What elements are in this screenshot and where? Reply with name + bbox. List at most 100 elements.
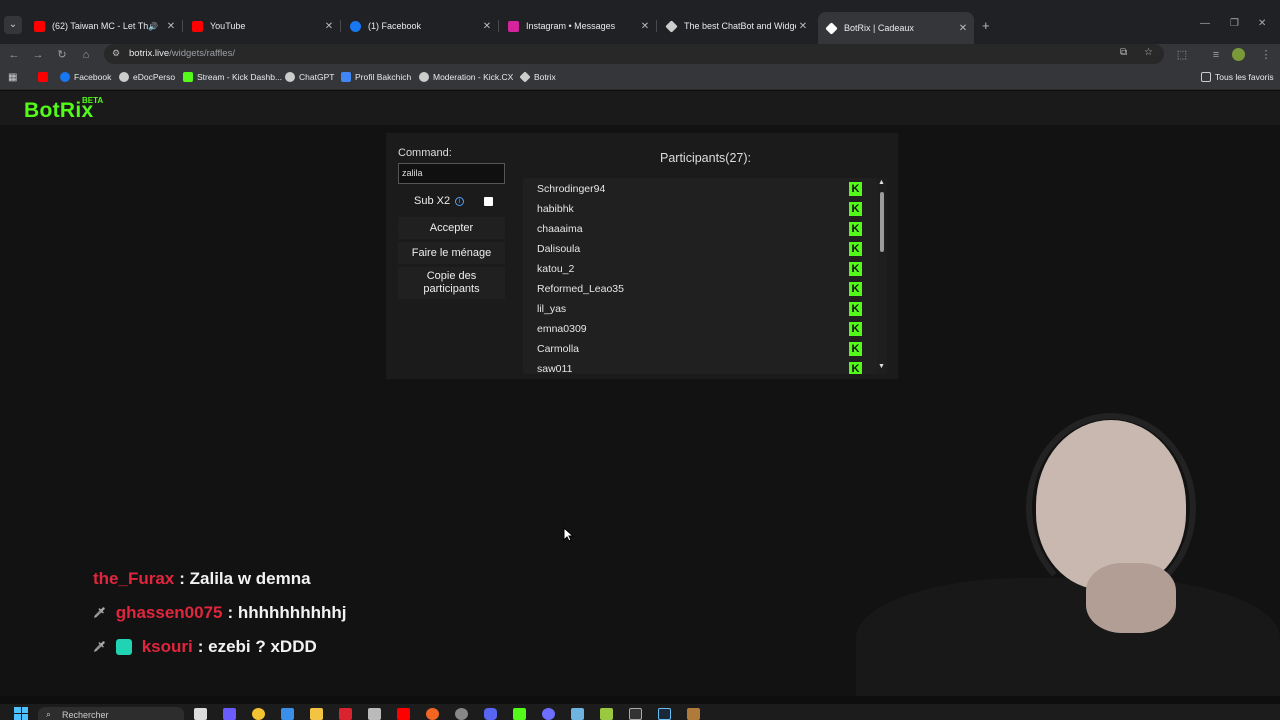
scroll-up-icon[interactable]: ▲ (878, 179, 885, 186)
subscriber-badge-icon (115, 639, 132, 655)
back-icon[interactable]: ← (6, 47, 22, 63)
copy-participants-button[interactable]: Copie des participants (398, 267, 505, 299)
bookmark-youtube[interactable] (38, 72, 52, 82)
chat-username: the_Furax (93, 569, 175, 588)
tab-botrix-cadeaux[interactable]: BotRix | Cadeaux ✕ (818, 12, 974, 44)
scroll-down-icon[interactable]: ▼ (878, 363, 885, 370)
notepad-icon[interactable] (571, 708, 584, 720)
tab-search-icon[interactable]: ⌄ (4, 16, 22, 34)
reload-icon[interactable]: ↻ (54, 47, 70, 63)
extensions-icon[interactable]: ⬚ (1174, 47, 1190, 63)
chat-text: : ezebi ? xDDD (197, 637, 317, 656)
accept-button[interactable]: Accepter (398, 217, 505, 239)
taskbar-search[interactable]: ⌕ Rechercher (38, 707, 184, 720)
command-input[interactable]: zalila (398, 163, 505, 184)
netflix-icon[interactable] (339, 708, 352, 720)
botrix-icon (519, 71, 531, 83)
browser-toolbar: ← → ↻ ⌂ ⚙ botrix.live/widgets/raffles/ ⧉… (0, 44, 1280, 66)
apps-icon[interactable]: ▦ (8, 72, 17, 83)
url-path: /widgets/raffles/ (169, 48, 235, 59)
participant-name: Dalisoula (537, 243, 581, 255)
kick-icon: K (849, 182, 862, 196)
bookmark-edocperso[interactable]: eDocPerso (119, 72, 175, 82)
participant-name: katou_2 (537, 263, 575, 275)
minecraft-icon[interactable] (687, 708, 700, 720)
bookmark-label: ChatGPT (299, 72, 335, 82)
tab-title: (1) Facebook (368, 21, 422, 31)
minimize-icon[interactable]: — (1200, 18, 1210, 29)
close-tab-icon[interactable]: ✕ (796, 21, 810, 32)
chrome-icon[interactable] (252, 708, 265, 720)
close-tab-icon[interactable]: ✕ (480, 21, 494, 32)
edoc-icon (119, 72, 129, 82)
scrollbar-thumb[interactable] (880, 192, 884, 252)
site-info-icon[interactable]: ⚙ (112, 48, 120, 59)
bookmark-moderation[interactable]: Moderation - Kick.CX (419, 72, 513, 82)
sub-x2-checkbox[interactable] (484, 197, 493, 206)
all-bookmarks-label: Tous les favoris (1215, 72, 1274, 82)
bookmark-label: eDocPerso (133, 72, 176, 82)
snipping-tool-icon[interactable] (368, 708, 381, 720)
youtube-icon[interactable] (397, 708, 410, 720)
kick-icon[interactable] (513, 708, 526, 720)
participants-scrollbar[interactable]: ▲ ▼ (877, 178, 887, 374)
app-icon[interactable] (426, 708, 439, 720)
obs-icon[interactable] (455, 708, 468, 720)
close-tab-icon[interactable]: ✕ (322, 21, 336, 32)
clean-button[interactable]: Faire le ménage (398, 242, 505, 264)
copilot-icon[interactable] (223, 708, 236, 720)
bookmark-botrix[interactable]: Botrix (519, 71, 556, 83)
bookmark-label: Profil Bakchich (355, 72, 412, 82)
bookmark-chatgpt[interactable]: ChatGPT (285, 72, 334, 82)
close-tab-icon[interactable]: ✕ (956, 23, 970, 34)
profile-avatar-icon[interactable] (1232, 48, 1245, 61)
chatgpt-icon (285, 72, 295, 82)
facebook-icon (350, 20, 361, 32)
speaker-icon[interactable]: 🔊 (148, 22, 158, 31)
maximize-icon[interactable]: ❐ (1230, 18, 1239, 29)
kick-icon (183, 72, 193, 82)
home-icon[interactable]: ⌂ (78, 47, 94, 63)
tab-chatbot-widgets[interactable]: The best ChatBot and Widgets ✕ (658, 14, 814, 38)
close-window-icon[interactable]: ✕ (1258, 18, 1266, 29)
new-tab-icon[interactable]: + (982, 18, 990, 33)
tab-instagram[interactable]: Instagram • Messages ✕ (500, 14, 656, 38)
task-view-icon[interactable] (194, 708, 207, 720)
address-bar[interactable]: ⚙ botrix.live/widgets/raffles/ ⧉ ☆ (104, 44, 1164, 64)
discord-icon[interactable] (484, 708, 497, 720)
raffle-panel: Command: zalila Sub X2 i Accepter Faire … (386, 133, 898, 379)
sub-x2-label: Sub X2 (414, 195, 451, 207)
bookmark-kick-dashboard[interactable]: Stream - Kick Dashb... (183, 72, 282, 82)
app-icon[interactable] (542, 708, 555, 720)
epic-games-icon[interactable] (629, 708, 642, 720)
participant-name: lil_yas (537, 303, 567, 315)
app-icon[interactable] (600, 708, 613, 720)
bookmark-facebook[interactable]: Facebook (60, 72, 111, 82)
close-tab-icon[interactable]: ✕ (638, 21, 652, 32)
tab-facebook[interactable]: (1) Facebook ✕ (342, 14, 498, 38)
youtube-icon (38, 72, 48, 82)
menu-icon[interactable]: ⋮ (1258, 47, 1274, 63)
tab-youtube[interactable]: YouTube ✕ (184, 14, 340, 38)
close-tab-icon[interactable]: ✕ (164, 21, 178, 32)
file-explorer-icon[interactable] (310, 708, 323, 720)
bookmark-label: Moderation - Kick.CX (433, 72, 514, 82)
all-bookmarks[interactable]: Tous les favoris (1201, 72, 1274, 82)
command-label: Command: (398, 147, 452, 159)
bookmark-star-icon[interactable]: ☆ (1144, 47, 1153, 58)
info-icon[interactable]: i (455, 196, 465, 206)
folder-icon (1201, 72, 1211, 82)
webcam-overlay (856, 398, 1280, 696)
windows-start-icon[interactable] (14, 707, 28, 720)
forward-icon[interactable]: → (30, 47, 46, 63)
chat-text: : Zalila w demna (179, 569, 311, 588)
participants-list[interactable]: Schrodinger94 K habibhk K chaaaima K Daliso… (523, 178, 877, 374)
tab-taiwan-mc[interactable]: (62) Taiwan MC - Let The W 🔊 ✕ (26, 14, 182, 38)
translate-icon[interactable]: ⧉ (1120, 47, 1127, 58)
steam-icon[interactable] (658, 708, 671, 720)
browser-tab-strip: ⌄ (62) Taiwan MC - Let The W 🔊 ✕ YouTube… (0, 0, 1280, 44)
chat-username: ghassen0075 (115, 603, 223, 622)
bookmark-bakchich[interactable]: Profil Bakchich (341, 72, 411, 82)
media-control-icon[interactable]: ≡ (1208, 47, 1224, 63)
store-icon[interactable] (281, 708, 294, 720)
